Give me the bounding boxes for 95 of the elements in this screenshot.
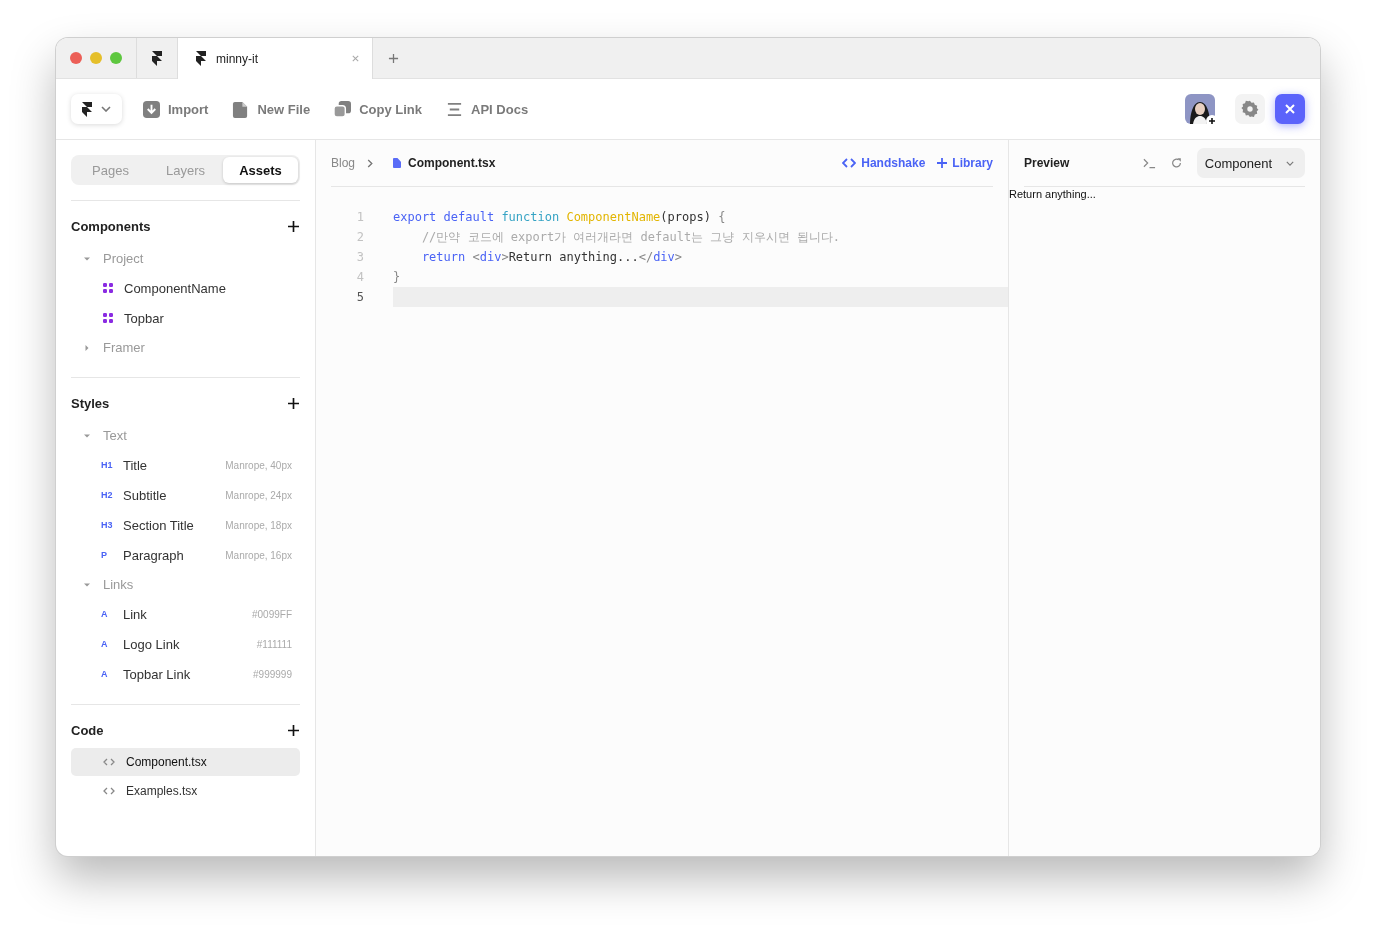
disclosure-icon — [84, 344, 90, 351]
item-label: Logo Link — [123, 636, 181, 652]
style-detail: Manrope, 24px — [225, 489, 292, 501]
logo-icon — [82, 101, 92, 117]
item-label: Link — [123, 606, 148, 622]
section-title: Styles — [71, 395, 110, 411]
sidebar-tab[interactable]: Assets — [223, 157, 298, 183]
style-tag: A — [101, 639, 123, 649]
asset-item[interactable]: H1 Title Manrope, 40px — [71, 450, 300, 480]
code-line: } — [393, 269, 402, 286]
asset-item[interactable]: P Paragraph Manrope, 16px — [71, 540, 300, 570]
editor-link[interactable]: Library — [937, 156, 993, 170]
disclosure-icon — [84, 255, 90, 262]
disclosure-icon — [84, 432, 90, 439]
asset-item[interactable]: H3 Section Title Manrope, 18px — [71, 510, 300, 540]
item-label: ComponentName — [124, 280, 227, 296]
tab-title: minny-it — [216, 51, 259, 66]
style-tag: H3 — [101, 520, 123, 530]
breadcrumb-link[interactable]: Blog — [331, 156, 356, 170]
asset-item[interactable]: A Topbar Link #999999 — [71, 659, 300, 689]
logo-icon — [152, 50, 162, 66]
copy-icon — [334, 100, 352, 118]
code-icon — [103, 787, 115, 795]
component-dropdown[interactable]: Component — [1196, 148, 1305, 178]
toolbar-button[interactable]: API Docs — [446, 100, 529, 118]
file-icon — [232, 100, 250, 118]
item-label: Section Title — [123, 517, 195, 533]
add-icon[interactable] — [1206, 115, 1218, 127]
panel-title: Preview — [1024, 156, 1070, 170]
new-tab-icon[interactable] — [388, 52, 399, 64]
asset-item[interactable]: Topbar — [71, 303, 300, 333]
line-number: 1 — [355, 210, 365, 224]
close-button[interactable] — [1275, 94, 1305, 124]
breadcrumb-current: Component.tsx — [408, 156, 496, 170]
item-label: Topbar Link — [123, 666, 192, 682]
plus-icon — [937, 158, 948, 168]
disclosure-icon — [84, 581, 90, 588]
style-detail: Manrope, 40px — [225, 459, 292, 471]
add-icon[interactable] — [288, 397, 299, 409]
line-number: 2 — [355, 230, 365, 244]
preview-output: Return anything... — [1009, 187, 1097, 200]
close-window-button[interactable] — [70, 52, 82, 64]
line-number: 3 — [355, 250, 365, 264]
code-icon — [103, 758, 115, 766]
logo-menu-button[interactable] — [71, 94, 122, 124]
section-title: Code — [71, 722, 104, 738]
chevron-icon — [367, 158, 374, 168]
close-icon — [1284, 103, 1296, 115]
toolbar-button[interactable]: Copy Link — [334, 100, 423, 118]
code-line: export default function ComponentName(props) { — [393, 209, 727, 226]
terminal-icon[interactable] — [1142, 157, 1156, 169]
code-icon — [842, 158, 857, 168]
editor-link[interactable]: Handshake — [842, 156, 926, 170]
line-number: 5 — [355, 290, 365, 304]
style-tag: P — [101, 550, 123, 560]
item-label: Topbar — [124, 310, 165, 326]
toolbar-button[interactable]: New File — [232, 100, 311, 118]
code-file[interactable]: Component.tsx — [71, 748, 300, 776]
refresh-icon[interactable] — [1169, 157, 1183, 169]
style-tag: A — [101, 609, 123, 619]
chevron-icon — [1286, 160, 1294, 166]
download-icon — [143, 100, 160, 118]
code-file[interactable]: Examples.tsx — [71, 777, 300, 805]
component-icon — [103, 313, 113, 323]
browser-tab[interactable]: minny-it — [177, 38, 373, 79]
style-detail: #0099FF — [251, 608, 292, 620]
component-icon — [103, 283, 113, 293]
add-icon[interactable] — [288, 220, 299, 232]
code-line: //만약 코드에 export가 여러개라면 default는 그냥 지우시면 됩니다. — [420, 229, 842, 246]
style-tag: H2 — [101, 490, 123, 500]
chevron-icon — [101, 106, 111, 112]
file-icon — [393, 158, 402, 168]
style-tag: A — [101, 669, 123, 679]
asset-item[interactable]: H2 Subtitle Manrope, 24px — [71, 480, 300, 510]
style-tag: H1 — [101, 460, 123, 470]
asset-item[interactable]: A Link #0099FF — [71, 599, 300, 629]
add-icon[interactable] — [288, 724, 299, 736]
style-detail: #111111 — [256, 638, 292, 650]
style-detail: Manrope, 16px — [225, 549, 292, 561]
item-label: Title — [123, 457, 149, 473]
lines-icon — [446, 100, 464, 118]
close-icon[interactable] — [351, 54, 360, 63]
line-number: 4 — [355, 270, 365, 284]
settings-button[interactable] — [1235, 94, 1265, 124]
item-label: Paragraph — [123, 547, 185, 563]
style-detail: #999999 — [253, 668, 292, 680]
toolbar-button[interactable]: Import — [143, 100, 209, 118]
settings-icon — [1241, 100, 1259, 118]
code-line: return <div>Return anything...</div> — [420, 249, 684, 266]
style-detail: Manrope, 18px — [225, 519, 292, 531]
asset-item[interactable]: A Logo Link #111111 — [71, 629, 300, 659]
section-title: Components — [71, 218, 151, 234]
logo-icon — [196, 51, 206, 66]
item-label: Subtitle — [123, 487, 168, 503]
asset-item[interactable]: ComponentName — [71, 273, 300, 303]
